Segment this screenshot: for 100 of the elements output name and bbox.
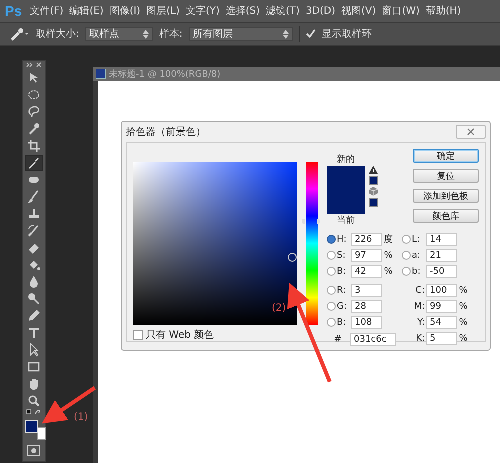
checkbox-label: 显示取样环: [322, 28, 372, 41]
dropdown-value: 取样点: [89, 28, 120, 41]
dialog-button[interactable]: 确定: [413, 149, 479, 163]
input-field[interactable]: 97: [351, 249, 382, 262]
input-field[interactable]: 108: [351, 316, 382, 329]
radio-button[interactable]: [402, 251, 411, 260]
field-label: #: [333, 334, 343, 344]
ellipse-icon: [27, 88, 41, 102]
menu-item[interactable]: 文字(Y): [186, 4, 220, 18]
menu-item[interactable]: 文件(F): [30, 4, 64, 18]
field-label: M:: [413, 302, 425, 312]
dialog-button[interactable]: 颜色库: [413, 209, 479, 223]
radio-button[interactable]: [327, 251, 336, 260]
input-field[interactable]: 14: [426, 233, 457, 246]
field-label: B:: [337, 318, 348, 328]
field-label: K:: [415, 334, 425, 344]
document-title: 未标题-1 @ 100%(RGB/8): [109, 68, 221, 80]
menu-item[interactable]: 视图(V): [342, 4, 376, 18]
field-label: S:: [337, 250, 347, 260]
stepper-icon: [282, 30, 289, 38]
radio-button[interactable]: [402, 267, 411, 276]
zoom-icon: [27, 394, 41, 408]
cube-icon: [369, 187, 378, 196]
field-label: R:: [337, 286, 348, 296]
background-color-swatch[interactable]: [37, 427, 46, 440]
annotation-label: (1): [74, 412, 88, 423]
input-field[interactable]: 28: [351, 300, 382, 313]
input-field[interactable]: 54: [426, 316, 457, 329]
type-icon: [27, 326, 41, 340]
unit-label: %: [383, 250, 394, 260]
unit-label: %: [458, 334, 469, 344]
menu-item[interactable]: 图层(L): [146, 4, 180, 18]
tool-button[interactable]: [25, 138, 43, 154]
new-color-label: 新的: [336, 154, 356, 166]
input-field[interactable]: -50: [426, 265, 457, 278]
eyedropper-icon: [27, 156, 41, 170]
field-label: H:: [337, 234, 348, 244]
stepper-icon: [143, 30, 150, 38]
field-label: Y:: [416, 318, 425, 328]
document-icon: [96, 69, 106, 79]
menu-item[interactable]: 帮助(H): [426, 4, 462, 18]
menu-item[interactable]: 滤镜(T): [266, 4, 300, 18]
input-field[interactable]: 226: [351, 233, 382, 246]
dialog-title: 拾色器（前景色）: [126, 126, 206, 139]
lasso-icon: [27, 104, 41, 118]
input-field[interactable]: 21: [426, 249, 457, 262]
rectangle-icon: [27, 360, 41, 374]
sample-dropdown[interactable]: 所有图层: [188, 27, 293, 41]
unit-label: 度: [383, 234, 394, 246]
menu-item[interactable]: 窗口(W): [382, 4, 420, 18]
input-field[interactable]: 5: [426, 332, 457, 345]
brush-icon: [27, 190, 41, 204]
menu-item[interactable]: 图像(I): [110, 4, 141, 18]
sample-size-dropdown[interactable]: 取样点: [85, 27, 154, 41]
swap-colors-icon[interactable]: [25, 409, 43, 417]
field-label: a:: [412, 250, 422, 260]
history-brush-icon: [27, 224, 41, 238]
menu-item[interactable]: 选择(S): [226, 4, 260, 18]
radio-button[interactable]: [327, 302, 336, 311]
dialog-button[interactable]: 复位: [413, 169, 479, 183]
field-label: B:: [337, 266, 348, 276]
sample-label: 样本:: [159, 28, 183, 41]
pen-nib-icon: [27, 308, 41, 322]
annotation-arrow: [42, 386, 96, 424]
gamut-swatch[interactable]: [369, 176, 378, 185]
picker-circle[interactable]: [288, 252, 298, 262]
quick-mask-icon[interactable]: [27, 445, 41, 457]
checkbox-label: 只有 Web 颜色: [146, 328, 214, 342]
input-field[interactable]: 3: [351, 284, 382, 297]
warning-icon: [369, 166, 378, 174]
close-button[interactable]: [456, 125, 486, 139]
crop-icon: [27, 138, 41, 152]
color-field[interactable]: [133, 162, 297, 325]
checkbox[interactable]: [133, 330, 143, 340]
hex-input-field[interactable]: 031c6c: [350, 333, 396, 346]
dropdown-value: 所有图层: [192, 28, 233, 41]
foreground-color-swatch[interactable]: [25, 420, 38, 433]
unit-label: %: [458, 286, 469, 296]
field-label: L:: [412, 234, 422, 244]
current-color-label: 当前: [336, 214, 356, 227]
radio-button[interactable]: [327, 318, 336, 327]
hue-slider-thumb[interactable]: [302, 219, 320, 224]
tool-button[interactable]: [25, 154, 43, 170]
radio-button[interactable]: [402, 235, 411, 244]
web-safe-swatch[interactable]: [369, 198, 378, 207]
radio-button[interactable]: [327, 235, 336, 244]
input-field[interactable]: 100: [426, 284, 457, 297]
dialog-button[interactable]: 添加到色板: [413, 189, 479, 203]
drop-icon: [27, 274, 41, 288]
app-logo: Ps: [5, 3, 22, 19]
radio-button[interactable]: [327, 286, 336, 295]
input-field[interactable]: 42: [351, 265, 382, 278]
menu-item[interactable]: 编辑(E): [70, 4, 104, 18]
stamp-icon: [27, 206, 41, 220]
close-icon: [467, 128, 475, 136]
menu-item[interactable]: 3D(D): [306, 6, 336, 16]
sample-size-label: 取样大小:: [36, 28, 80, 41]
wand-icon: [27, 122, 41, 136]
radio-button[interactable]: [327, 267, 336, 276]
input-field[interactable]: 99: [426, 300, 457, 313]
